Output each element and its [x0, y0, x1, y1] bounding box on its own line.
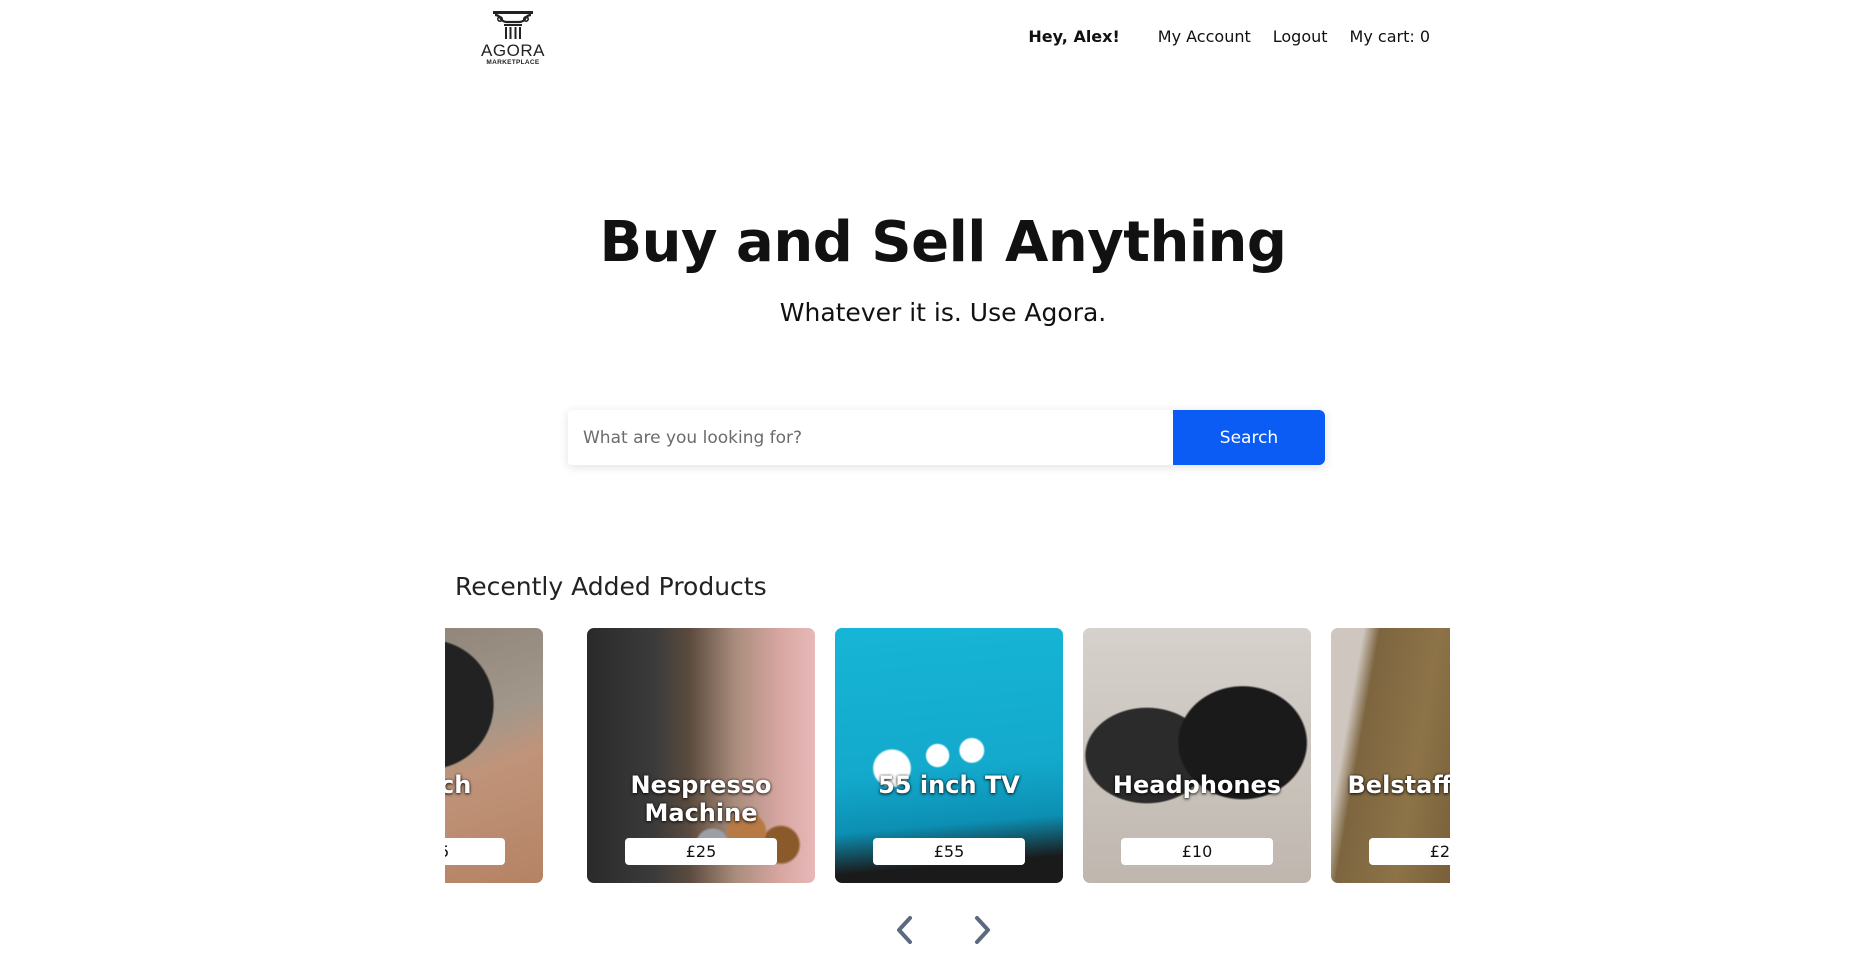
- product-card[interactable]: Headphones £10: [1083, 628, 1311, 883]
- product-title: Belstaff Jacket: [1347, 771, 1450, 799]
- product-carousel: Watch £135 Nespresso Machine £25 55 inch…: [445, 628, 1450, 883]
- carousel-next-button[interactable]: [968, 913, 996, 947]
- product-title: Headphones: [1112, 771, 1282, 799]
- page: AGORA MARKETPLACE Hey, Alex! My Account …: [0, 0, 1866, 975]
- recent-products-title: Recently Added Products: [455, 572, 767, 601]
- my-account-link[interactable]: My Account: [1158, 26, 1251, 48]
- product-price: £55: [873, 838, 1025, 865]
- chevron-left-icon: [897, 916, 912, 944]
- hero-subtitle: Whatever it is. Use Agora.: [779, 298, 1107, 327]
- top-nav: Hey, Alex! My Account Logout My cart: 0: [1028, 26, 1430, 48]
- logo-subtitle: MARKETPLACE: [486, 59, 540, 66]
- product-card[interactable]: 55 inch TV £55: [835, 628, 1063, 883]
- product-price: £25: [625, 838, 777, 865]
- product-price: £10: [1121, 838, 1273, 865]
- product-title: Watch: [445, 771, 472, 799]
- carousel-prev-button[interactable]: [891, 913, 919, 947]
- logo-name: AGORA: [481, 41, 545, 60]
- search-bar: Search: [568, 410, 1325, 465]
- site-logo[interactable]: AGORA MARKETPLACE: [479, 10, 547, 76]
- search-input[interactable]: [568, 410, 1173, 465]
- user-greeting: Hey, Alex!: [1028, 27, 1120, 46]
- product-card[interactable]: Belstaff Jacket £25: [1331, 628, 1450, 883]
- product-card[interactable]: Watch £135: [445, 628, 543, 883]
- product-card[interactable]: Nespresso Machine £25: [587, 628, 815, 883]
- hero-title: Buy and Sell Anything: [599, 210, 1287, 275]
- ionic-column-icon: [493, 11, 533, 39]
- cart-link[interactable]: My cart: 0: [1350, 26, 1430, 48]
- product-title: Nespresso Machine: [630, 771, 772, 827]
- product-price: £135: [445, 838, 505, 865]
- search-button[interactable]: Search: [1173, 410, 1325, 465]
- product-title: 55 inch TV: [878, 771, 1020, 799]
- chevron-right-icon: [975, 916, 990, 944]
- logout-link[interactable]: Logout: [1273, 26, 1328, 48]
- product-price: £25: [1369, 838, 1450, 865]
